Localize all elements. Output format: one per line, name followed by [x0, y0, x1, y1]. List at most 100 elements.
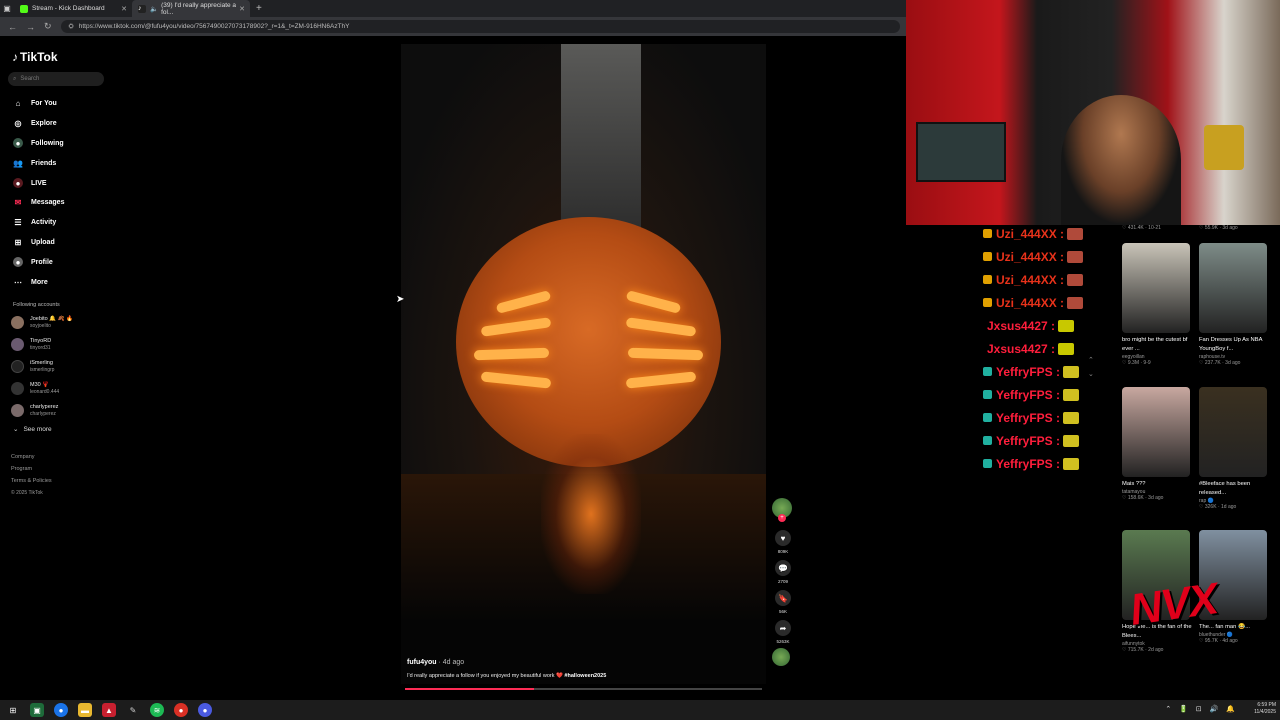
- nav-more[interactable]: ⋯ More: [0, 272, 112, 292]
- account-name: iSmerling: [30, 360, 53, 367]
- following-account[interactable]: TinyoRD tinyord31: [0, 334, 112, 356]
- following-account[interactable]: charlyperez charlyperez: [0, 400, 112, 422]
- hashtag-link[interactable]: #halloween2025: [564, 673, 606, 679]
- carved-pumpkin-image: [456, 217, 721, 467]
- bookmark-icon[interactable]: 🔖: [775, 590, 791, 606]
- nav-live[interactable]: ● LIVE: [0, 173, 112, 193]
- tiktok-logo[interactable]: ♪ TikTok: [12, 50, 112, 64]
- see-more-link[interactable]: ⌄ See more: [13, 425, 112, 433]
- chat-username[interactable]: YeffryFPS :: [996, 434, 1060, 448]
- close-tab-icon[interactable]: ✕: [121, 5, 127, 13]
- chat-scroll-controls: ⌃ ⌄: [1088, 347, 1094, 389]
- music-disc-icon[interactable]: [772, 648, 790, 666]
- following-account[interactable]: Joebito 🔔 🍂 🔥 soyjoelito: [0, 312, 112, 334]
- forward-icon[interactable]: →: [26, 22, 35, 32]
- webcam-basket: [1204, 125, 1244, 170]
- site-info-icon[interactable]: ⛭: [69, 23, 74, 31]
- comment-icon[interactable]: 💬: [775, 560, 791, 576]
- recommended-video-card[interactable]: #Bleeface has been released... rap 🔵 ♡ 326…: [1199, 387, 1271, 510]
- video-player[interactable]: [401, 44, 766, 684]
- account-handle: leonard0.444: [30, 389, 60, 396]
- folder-icon[interactable]: ▬: [78, 703, 92, 717]
- video-thumbnail[interactable]: [1122, 243, 1190, 333]
- system-tray-icons[interactable]: ⌃ 🔋 ⊡ 🔊 🔔: [1165, 705, 1238, 713]
- search-input[interactable]: ⌕ Search: [8, 72, 104, 86]
- nav-profile[interactable]: ● Profile: [0, 252, 112, 272]
- chat-username[interactable]: Uzi_444XX :: [996, 227, 1064, 241]
- share-icon[interactable]: ➦: [775, 620, 791, 636]
- following-account[interactable]: M30 🦞 leonard0.444: [0, 378, 112, 400]
- chat-username[interactable]: YeffryFPS :: [996, 388, 1060, 402]
- chrome-profile-icon[interactable]: ●: [198, 703, 212, 717]
- chat-emote-icon: [1067, 273, 1084, 286]
- tab-label: (39) I'd really appreciate a fol...: [161, 1, 237, 16]
- card-title[interactable]: bro might be the cutest bf ever ...: [1122, 336, 1194, 354]
- chat-username[interactable]: Jxsus4427 :: [987, 319, 1055, 333]
- footer-copyright: © 2025 TikTok: [11, 489, 43, 496]
- video-caption: fufu4you · 4d ago I'd really appreciate …: [407, 659, 767, 679]
- following-accounts-title: Following accounts: [13, 301, 60, 308]
- recommended-video-card[interactable]: bro might be the cutest bf ever ... eegyo…: [1122, 243, 1194, 366]
- nav-for-you[interactable]: ⌂ For You: [0, 94, 112, 114]
- see-more-label: See more: [23, 425, 52, 433]
- video-author[interactable]: fufu4you · 4d ago: [407, 659, 767, 666]
- chat-badge-icon: [983, 367, 992, 376]
- creator-avatar[interactable]: +: [772, 498, 792, 522]
- spotify-icon[interactable]: ≋: [150, 703, 164, 717]
- card-meta: ♡ 237.7K · 3d ago: [1199, 360, 1241, 366]
- reload-icon[interactable]: ↻: [44, 21, 52, 32]
- video-thumbnail[interactable]: [1199, 243, 1267, 333]
- nav-upload[interactable]: ⊞ Upload: [0, 233, 112, 253]
- video-thumbnail[interactable]: [1199, 387, 1267, 477]
- recommended-video-card[interactable]: Mais ??? tatamayou ♡ 158.6K · 3d ago: [1122, 387, 1194, 501]
- close-tab-icon[interactable]: ✕: [239, 5, 245, 13]
- chat-username[interactable]: Jxsus4427 :: [987, 342, 1055, 356]
- red-app-icon[interactable]: ▲: [102, 703, 116, 717]
- avatar: [11, 404, 24, 418]
- mouse-cursor-icon: ➤: [396, 294, 405, 305]
- nav-activity[interactable]: ☰ Activity: [0, 213, 112, 233]
- nav-explore[interactable]: ◎ Explore: [0, 114, 112, 134]
- chat-username[interactable]: YeffryFPS :: [996, 457, 1060, 471]
- video-progress-bar[interactable]: [405, 688, 762, 690]
- url-input[interactable]: ⛭ https://www.tiktok.com/@fufu4you/video…: [60, 20, 900, 33]
- chat-username[interactable]: YeffryFPS :: [996, 411, 1060, 425]
- main-nav: ⌂ For You ◎ Explore ● Following 👥 Friends ● L…: [0, 94, 112, 292]
- follow-plus-icon[interactable]: +: [778, 514, 786, 522]
- recommended-video-card[interactable]: Fan Dresses Up As NBA YoungBoy f... rapho…: [1199, 243, 1271, 366]
- clock-date: 11/4/2025: [1254, 709, 1276, 715]
- back-icon[interactable]: ←: [8, 22, 17, 32]
- author-name[interactable]: fufu4you: [407, 659, 437, 666]
- chat-username[interactable]: Uzi_444XX :: [996, 296, 1064, 310]
- footer-terms-link[interactable]: Terms & Policies: [11, 475, 112, 487]
- app-icon[interactable]: ▣: [30, 703, 44, 717]
- nav-friends[interactable]: 👥 Friends: [0, 153, 112, 173]
- tab-tiktok-video[interactable]: ♪ 🔈 (39) I'd really appreciate a fol... …: [132, 0, 250, 17]
- like-icon[interactable]: ♥: [775, 530, 791, 546]
- following-account[interactable]: iSmerling ismerlingrp: [0, 356, 112, 378]
- window-menu-icon[interactable]: ▣: [0, 4, 14, 13]
- chevron-down-icon[interactable]: ⌄: [1088, 361, 1094, 389]
- nav-messages[interactable]: ✉ Messages: [0, 193, 112, 213]
- card-title[interactable]: #Bleeface has been released...: [1199, 480, 1271, 498]
- card-title[interactable]: Fan Dresses Up As NBA YoungBoy f...: [1199, 336, 1271, 354]
- card-title[interactable]: Mais ???: [1122, 480, 1194, 489]
- footer-company-link[interactable]: Company: [11, 451, 112, 463]
- pen-app-icon[interactable]: ✎: [126, 703, 140, 717]
- progress-fill: [405, 688, 534, 690]
- chat-emote-icon: [1063, 457, 1080, 470]
- chat-username[interactable]: YeffryFPS :: [996, 365, 1060, 379]
- nav-following[interactable]: ● Following: [0, 134, 112, 154]
- tab-kick-dashboard[interactable]: Stream - Kick Dashboard ✕: [14, 0, 132, 17]
- video-thumbnail[interactable]: [1122, 387, 1190, 477]
- chat-username[interactable]: Uzi_444XX :: [996, 273, 1064, 287]
- speaker-icon[interactable]: 🔈: [150, 5, 158, 13]
- footer-program-link[interactable]: Program: [11, 463, 112, 475]
- chrome-icon[interactable]: ●: [174, 703, 188, 717]
- new-tab-button[interactable]: +: [256, 3, 262, 14]
- windows-start-icon[interactable]: ⊞: [6, 703, 20, 717]
- chat-username[interactable]: Uzi_444XX :: [996, 250, 1064, 264]
- card-meta: ♡ 9.3M · 9-9: [1122, 360, 1151, 366]
- chrome-icon[interactable]: ●: [54, 703, 68, 717]
- clock[interactable]: 6:59 PM 11/4/2025: [1254, 702, 1276, 716]
